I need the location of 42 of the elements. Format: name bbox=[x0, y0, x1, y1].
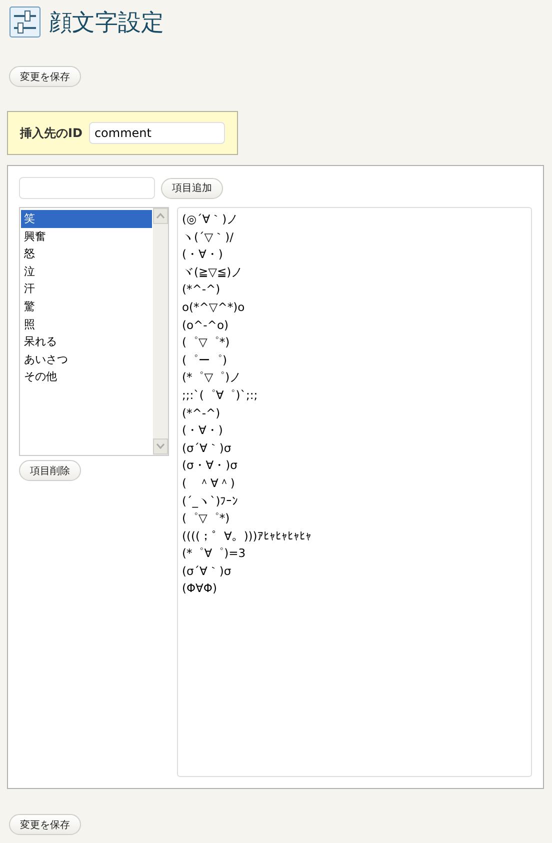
emoticon-line: ヾ(≧▽≦)ノ bbox=[182, 264, 244, 281]
emoticon-line: (*^-^) bbox=[182, 281, 220, 298]
category-item[interactable]: 汗 bbox=[21, 280, 152, 298]
emoticon-line: (゜ー゜) bbox=[182, 352, 227, 369]
category-item[interactable]: 笑 bbox=[21, 210, 152, 228]
emoticon-line: (σ´∀｀)σ bbox=[182, 562, 232, 580]
emoticon-line: (*゜▽゜)ノ bbox=[182, 369, 242, 386]
emoticon-line: (´_ヽ`)ﾌｰﾝ bbox=[182, 492, 238, 510]
emoticon-line: (σ・∀・)σ bbox=[182, 457, 238, 474]
page-title: 顔文字設定 bbox=[49, 8, 164, 38]
settings-icon bbox=[9, 6, 41, 38]
emoticon-line: (゜▽゜*) bbox=[182, 334, 230, 352]
save-button[interactable]: 変更を保存 bbox=[9, 66, 81, 87]
emoticon-line: (◎´∀｀)ノ bbox=[182, 211, 239, 228]
add-item-button[interactable]: 項目追加 bbox=[161, 178, 223, 198]
emoticon-line: o(*^▽^*)o bbox=[182, 298, 245, 316]
emoticon-line: (o^-^o) bbox=[182, 316, 228, 334]
category-item[interactable]: あいさつ bbox=[21, 350, 152, 368]
emoticon-line: (*^-^) bbox=[182, 404, 220, 422]
emoticon-line: (゜▽゜*) bbox=[182, 510, 230, 528]
category-item[interactable]: 泣 bbox=[21, 262, 152, 280]
category-item[interactable]: 照 bbox=[21, 316, 152, 334]
category-item[interactable]: 呆れる bbox=[21, 333, 152, 351]
emoticon-line: ( ＾∀＾) bbox=[182, 474, 235, 492]
emoticon-line: (Φ∀Φ) bbox=[182, 580, 217, 598]
delete-item-button[interactable]: 項目削除 bbox=[19, 460, 81, 481]
emoticon-line: ((((；゜∀。)))ｱﾋｬﾋｬﾋｬﾋｬ bbox=[182, 528, 312, 545]
category-item[interactable]: 驚 bbox=[21, 298, 152, 316]
category-item[interactable]: 興奮 bbox=[21, 228, 152, 246]
emoticon-line: (・∀・) bbox=[182, 246, 223, 264]
emoticon-textarea[interactable]: (◎´∀｀)ノ ヽ(´▽｀)/ (・∀・) ヾ(≧▽≦)ノ (*^-^) o(*^▽^*)o (o^-^o) (゜▽゜*) (゜ー゜) (*゜▽゜)ノ ;;:`(゜∀゜)`;:; (*^-^) (・∀・) (σ´∀｀)σ (σ・∀・)σ ( ＾∀＾) (´_ヽ`)ﾌｰﾝ (゜▽゜*) ((((；゜∀。)))ｱﾋｬﾋｬﾋｬﾋｬ (*゜∀゜)=3 (σ´∀｀)σ (Φ∀Φ) bbox=[177, 207, 532, 777]
category-item[interactable]: その他 bbox=[21, 368, 152, 386]
emoticon-line: ;;:`(゜∀゜)`;:; bbox=[182, 386, 258, 404]
emoticon-line: (*゜∀゜)=3 bbox=[182, 545, 246, 562]
new-item-field[interactable] bbox=[19, 177, 155, 199]
save-button[interactable]: 変更を保存 bbox=[9, 814, 81, 835]
emoticon-line: (・∀・) bbox=[182, 422, 223, 440]
emoticon-line: (σ´∀｀)σ bbox=[182, 440, 232, 457]
category-item[interactable]: 怒 bbox=[21, 245, 152, 263]
emoticon-line: ヽ(´▽｀)/ bbox=[182, 228, 234, 246]
insert-target-label: 挿入先のID bbox=[20, 124, 82, 142]
insert-target-field[interactable]: comment bbox=[89, 122, 226, 144]
